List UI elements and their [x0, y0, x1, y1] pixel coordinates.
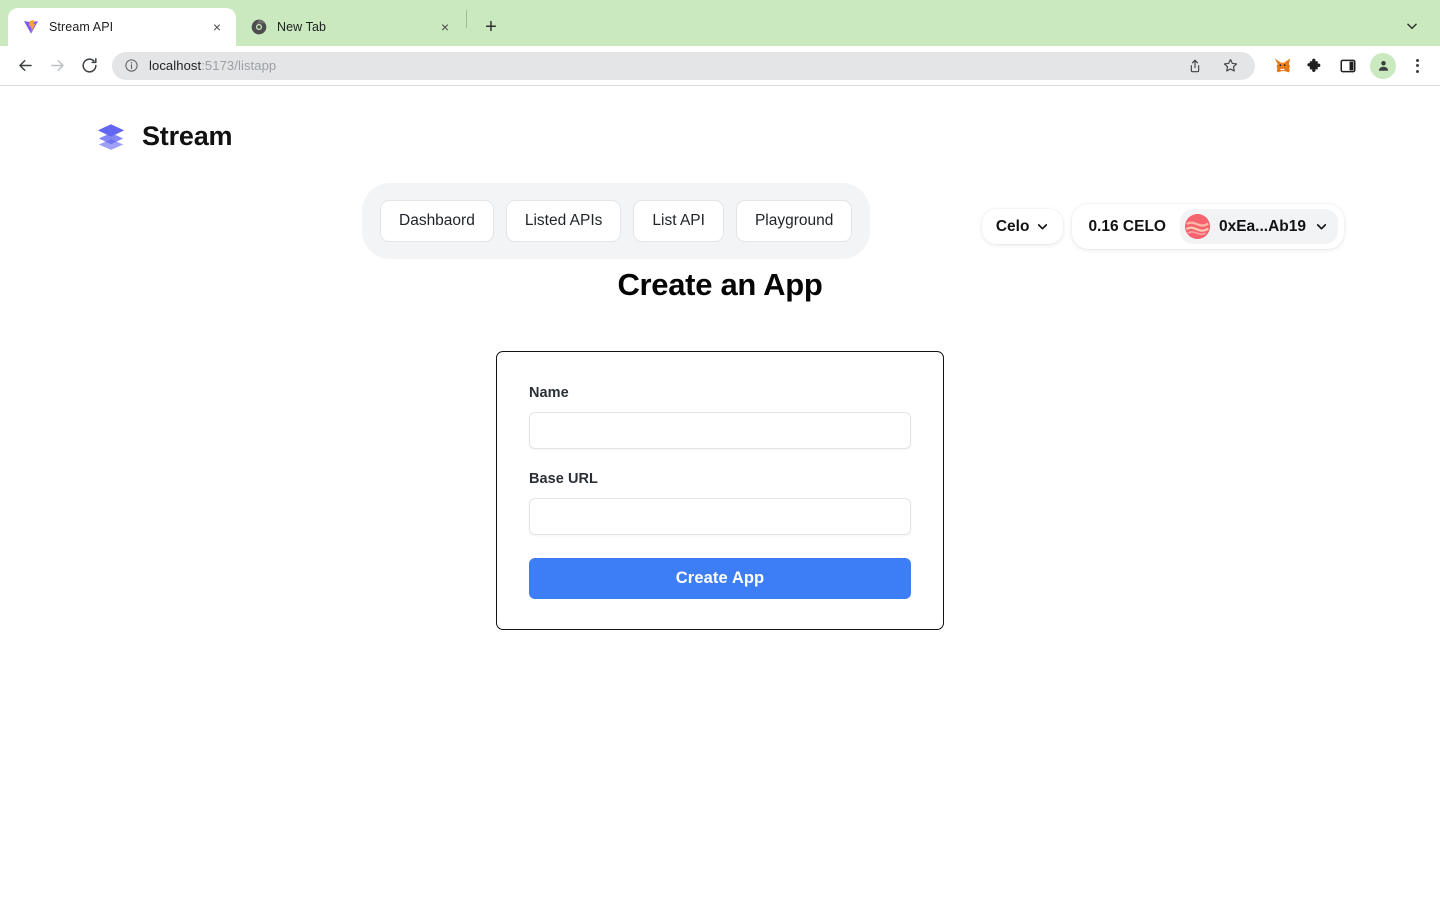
name-label: Name: [529, 385, 569, 401]
main-nav: Dashbaord Listed APIs List API Playgroun…: [362, 183, 871, 259]
new-tab-button[interactable]: +: [477, 13, 505, 41]
chain-name: Celo: [995, 217, 1030, 235]
chrome-icon: [250, 19, 267, 36]
browser-toolbar: localhost:5173/listapp: [0, 46, 1440, 86]
tab-title: Stream API: [49, 20, 114, 34]
url-host: localhost: [149, 58, 202, 73]
create-app-button[interactable]: Create App: [529, 558, 911, 599]
tab-new-tab[interactable]: New Tab ×: [236, 8, 464, 46]
base-url-label: Base URL: [529, 471, 598, 487]
chain-selector-button[interactable]: Celo: [981, 208, 1064, 245]
brand-logo-link[interactable]: Stream: [96, 120, 233, 152]
page-info-icon[interactable]: [124, 58, 140, 74]
tab-title: New Tab: [277, 20, 327, 34]
create-app-form: Name Base URL Create App: [496, 351, 944, 630]
address-bar[interactable]: localhost:5173/listapp: [112, 51, 1255, 80]
chrome-menu-icon[interactable]: [1404, 53, 1430, 79]
nav-item-playground[interactable]: Playground: [735, 200, 853, 242]
menu-dot: [1415, 58, 1419, 62]
tab-divider: [466, 9, 467, 28]
nav-item-dashboard[interactable]: Dashbaord: [380, 200, 494, 242]
profile-avatar-icon[interactable]: [1370, 52, 1396, 79]
side-panel-icon[interactable]: [1334, 52, 1362, 80]
tab-close-icon[interactable]: ×: [208, 18, 226, 36]
tab-strip: Stream API × New Tab × +: [0, 0, 1440, 46]
name-input[interactable]: [529, 412, 911, 449]
layers-icon: [96, 121, 126, 151]
avatar: [1184, 214, 1210, 239]
back-icon[interactable]: [10, 51, 40, 81]
tab-close-icon[interactable]: ×: [436, 18, 454, 36]
chevron-down-icon: [1315, 220, 1328, 233]
page-title: Create an App: [617, 267, 823, 302]
chevron-down-icon: [1036, 220, 1049, 233]
metamask-fox-icon[interactable]: [1268, 52, 1296, 80]
base-url-input[interactable]: [529, 498, 911, 535]
account-inner[interactable]: 0xEa...Ab19: [1179, 209, 1338, 244]
forward-icon[interactable]: [42, 51, 72, 81]
account-button[interactable]: 0.16 CELO 0xEa...Ab19: [1072, 204, 1344, 249]
bookmark-star-icon[interactable]: [1217, 53, 1243, 79]
url-path: :5173/listapp: [201, 58, 277, 73]
reload-icon[interactable]: [74, 51, 104, 81]
vite-icon: [22, 19, 39, 36]
extensions-puzzle-icon[interactable]: [1301, 52, 1329, 80]
nav-item-listed-apis[interactable]: Listed APIs: [505, 200, 622, 242]
browser-window: Stream API × New Tab × + localhost:5173/…: [0, 0, 1440, 900]
site-header: Stream Dashbaord Listed APIs List API Pl…: [0, 86, 1440, 259]
wallet-controls: Celo 0.16 CELO 0xEa...Ab19: [981, 204, 1344, 249]
url-text: localhost:5173/listapp: [149, 58, 1173, 73]
wallet-address: 0xEa...Ab19: [1218, 217, 1306, 235]
menu-dot: [1415, 64, 1419, 67]
nav-item-list-api[interactable]: List API: [633, 200, 724, 242]
menu-dot: [1415, 69, 1419, 73]
share-icon[interactable]: [1182, 53, 1208, 79]
wallet-balance: 0.16 CELO: [1088, 217, 1166, 235]
page-viewport: Stream Dashbaord Listed APIs List API Pl…: [0, 86, 1440, 900]
chevron-down-icon[interactable]: [1398, 12, 1426, 40]
tab-stream-api[interactable]: Stream API ×: [8, 8, 236, 46]
brand-name: Stream: [142, 120, 233, 151]
